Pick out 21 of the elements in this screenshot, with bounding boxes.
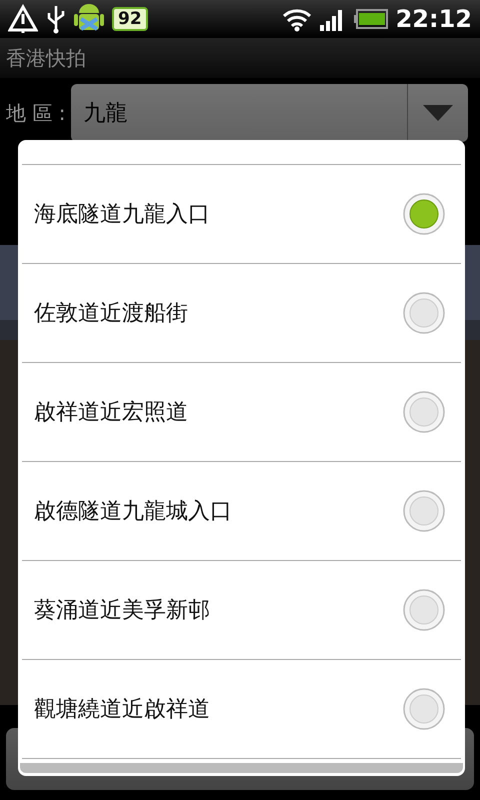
option-item[interactable]: 啟祥道近宏照道	[22, 363, 461, 462]
radio-button[interactable]	[403, 688, 445, 730]
app-title: 香港快拍	[6, 44, 86, 72]
region-dropdown[interactable]: 九龍	[71, 84, 468, 142]
usb-icon	[46, 4, 66, 34]
radio-button[interactable]	[403, 292, 445, 334]
warning-icon	[8, 4, 38, 34]
radio-button[interactable]	[403, 193, 445, 235]
option-item[interactable]: 觀塘繞道近啟祥道	[22, 660, 461, 759]
option-item[interactable]: 佐敦道近渡船街	[22, 264, 461, 363]
battery-level-badge: 92	[112, 7, 148, 31]
region-label: 地 區 :	[6, 100, 66, 126]
radio-button[interactable]	[403, 490, 445, 532]
clock-time: 22:12	[396, 5, 472, 33]
option-item[interactable]: 海底隧道九龍入口	[22, 165, 461, 264]
radio-button[interactable]	[403, 391, 445, 433]
battery-icon	[354, 9, 388, 29]
option-item[interactable]: 葵涌道近美孚新邨	[22, 561, 461, 660]
dropdown-arrow-icon	[423, 105, 453, 121]
option-item[interactable]: 啟德隧道九龍城入口	[22, 462, 461, 561]
radio-button[interactable]	[403, 589, 445, 631]
